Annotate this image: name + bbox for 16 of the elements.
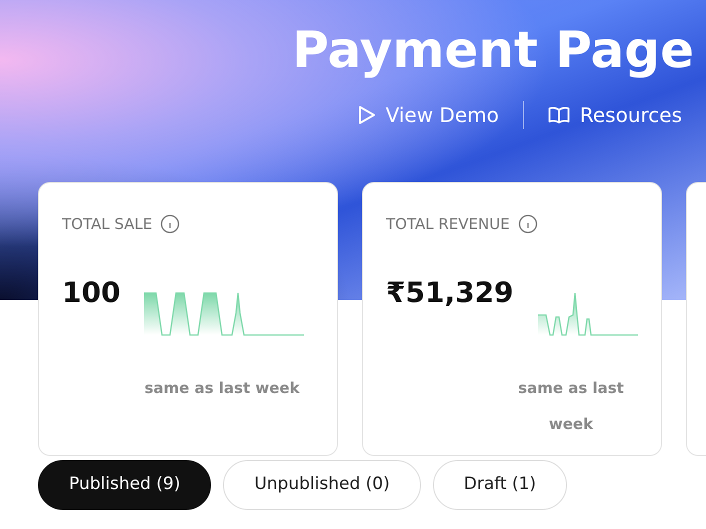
stat-value: ₹51,329 [386, 276, 514, 310]
info-icon [518, 214, 538, 234]
play-icon [358, 105, 376, 125]
stat-label: TOTAL SALE [62, 214, 152, 235]
filter-tab[interactable]: Unpublished (0) [223, 460, 421, 510]
header-link[interactable]: Resources [548, 100, 682, 130]
filter-tab[interactable]: Draft (1) [432, 460, 568, 510]
stat-value: 100 [62, 276, 120, 310]
book-icon [548, 106, 570, 124]
trend-text: same as last week [143, 378, 301, 398]
trend-text: same as last week [517, 378, 625, 434]
header-link[interactable]: View Demo [358, 100, 499, 130]
info-icon [160, 214, 180, 234]
stat-label: TOTAL REVENUE [386, 214, 510, 235]
filter-tab[interactable]: Published (9) [38, 460, 212, 510]
page-title: Payment Page [292, 20, 694, 80]
